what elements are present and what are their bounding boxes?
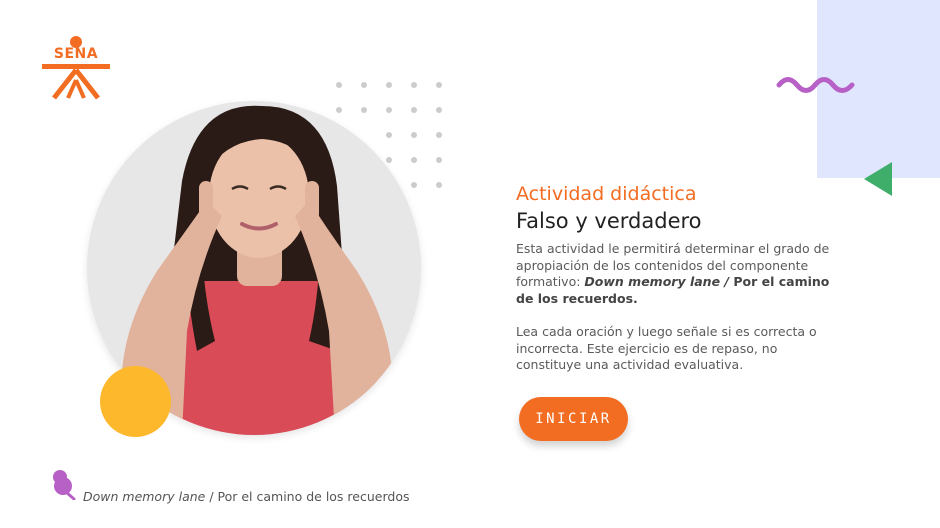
footer-course-rest: / Por el camino de los recuerdos xyxy=(205,489,410,504)
activity-subtitle: Actividad didáctica xyxy=(516,183,697,205)
description-course-italic: Down memory lane / xyxy=(584,274,734,289)
sena-logo-icon xyxy=(42,36,110,100)
activity-instructions: Lea cada oración y luego señale si es co… xyxy=(516,324,817,372)
activity-title: Falso y verdadero xyxy=(516,209,702,233)
footer-course-title: Down memory lane / Por el camino de los … xyxy=(83,489,409,504)
wave-decoration-icon xyxy=(776,77,855,93)
sena-logo: SENA xyxy=(40,34,112,104)
activity-description: Esta actividad le permitirá determinar e… xyxy=(516,241,836,307)
logo-text: SENA xyxy=(53,46,99,62)
thumbtack-icon xyxy=(53,470,76,500)
triangle-decoration-icon xyxy=(864,162,892,196)
start-button[interactable]: INICIAR xyxy=(519,397,628,441)
yellow-circle-decoration xyxy=(100,366,171,437)
footer-course-italic: Down memory lane xyxy=(83,489,206,504)
